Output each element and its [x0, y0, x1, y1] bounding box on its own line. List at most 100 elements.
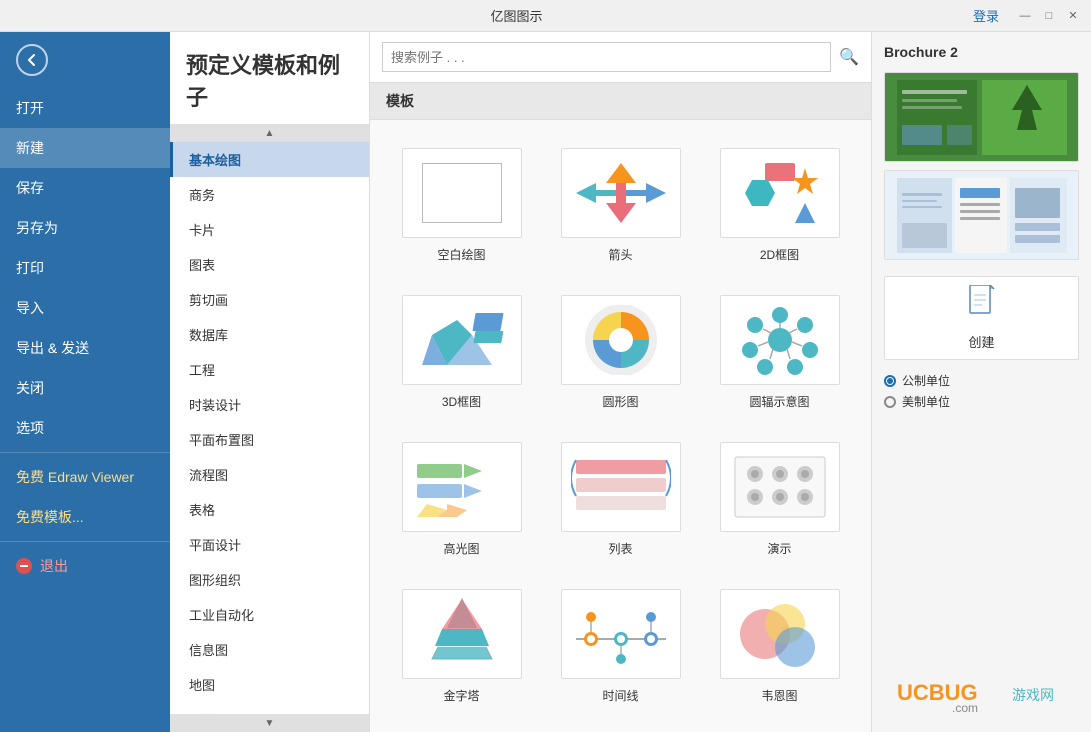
template-label-2dframe: 2D框图: [760, 246, 799, 263]
template-label-blank: 空白绘图: [437, 246, 485, 263]
cat-item-fashion[interactable]: 时装设计: [170, 387, 369, 422]
section-header: 模板: [370, 83, 871, 120]
cat-item-mindmap[interactable]: 思维导图: [170, 702, 369, 714]
category-scroll-up[interactable]: ▲: [170, 124, 369, 142]
template-circle[interactable]: 圆形图: [549, 287, 692, 418]
template-thumb-highlight: [402, 442, 522, 532]
preview-title: Brochure 2: [884, 44, 1079, 60]
sidebar-item-close[interactable]: 关闭: [0, 368, 170, 408]
cat-item-map[interactable]: 地图: [170, 667, 369, 702]
sidebar: 打开 新建 保存 另存为 打印 导入 导出 & 发送 关闭 选项 免费 Edra…: [0, 32, 170, 732]
radio-imperial-label: 美制单位: [902, 393, 950, 410]
cat-item-clipart[interactable]: 剪切画: [170, 282, 369, 317]
close-button[interactable]: ✕: [1063, 6, 1083, 26]
cat-item-database[interactable]: 数据库: [170, 317, 369, 352]
sidebar-item-open[interactable]: 打开: [0, 88, 170, 128]
cat-item-engineering[interactable]: 工程: [170, 352, 369, 387]
template-venn[interactable]: 韦恩图: [708, 581, 851, 712]
search-bar: 🔍: [370, 32, 871, 83]
cat-item-infographic[interactable]: 信息图: [170, 632, 369, 667]
template-label-venn: 韦恩图: [761, 687, 797, 704]
exit-icon: [16, 558, 32, 574]
sidebar-item-save[interactable]: 保存: [0, 168, 170, 208]
circle-svg: [581, 305, 661, 375]
template-pyramid[interactable]: 金字塔: [390, 581, 533, 712]
maximize-button[interactable]: □: [1039, 6, 1059, 26]
back-button[interactable]: [0, 32, 170, 88]
sidebar-item-viewer[interactable]: 免费 Edraw Viewer: [0, 457, 170, 497]
radio-metric-label: 公制单位: [902, 372, 950, 389]
arrow-svg: [571, 158, 671, 228]
create-icon: [967, 285, 997, 328]
cat-item-chart[interactable]: 图表: [170, 247, 369, 282]
template-thumb-radial: [720, 295, 840, 385]
window-controls: — □ ✕: [1015, 6, 1083, 26]
category-scroll-down[interactable]: ▼: [170, 714, 369, 732]
template-label-radial: 圆辐示意图: [749, 393, 809, 410]
sidebar-item-templates[interactable]: 免费模板...: [0, 497, 170, 537]
template-highlight[interactable]: 高光图: [390, 434, 533, 565]
search-input[interactable]: [382, 42, 831, 72]
demo-svg: [730, 452, 830, 522]
venn-svg: [730, 599, 830, 669]
sidebar-item-exit[interactable]: 退出: [0, 546, 170, 586]
create-button[interactable]: 创建: [884, 276, 1079, 360]
radio-imperial-circle: [884, 396, 896, 408]
svg-text:游戏网: 游戏网: [1012, 687, 1054, 703]
radio-metric-circle: [884, 375, 896, 387]
sidebar-item-print[interactable]: 打印: [0, 248, 170, 288]
radio-imperial[interactable]: 美制单位: [884, 393, 1079, 410]
minimize-button[interactable]: —: [1015, 6, 1035, 26]
cat-item-floorplan[interactable]: 平面布置图: [170, 422, 369, 457]
radio-metric[interactable]: 公制单位: [884, 372, 1079, 389]
template-radial[interactable]: 圆辐示意图: [708, 287, 851, 418]
sidebar-divider: [0, 452, 170, 453]
template-thumb-arrow: [561, 148, 681, 238]
template-label-arrow: 箭头: [608, 246, 632, 263]
template-timeline[interactable]: 时间线: [549, 581, 692, 712]
cat-item-form[interactable]: 表格: [170, 492, 369, 527]
category-title: 预定义模板和例子: [170, 32, 369, 124]
login-button[interactable]: 登录: [965, 6, 1007, 25]
app-title: 亿图图示: [68, 6, 965, 25]
template-thumb-blank: [402, 148, 522, 238]
template-blank[interactable]: 空白绘图: [390, 140, 533, 271]
cat-item-industrial[interactable]: 工业自动化: [170, 597, 369, 632]
cat-item-card[interactable]: 卡片: [170, 212, 369, 247]
template-label-list: 列表: [608, 540, 632, 557]
template-thumb-2dframe: [720, 148, 840, 238]
timeline-svg: [571, 599, 671, 669]
sidebar-item-new[interactable]: 新建: [0, 128, 170, 168]
radial-svg: [735, 305, 825, 375]
template-2dframe[interactable]: 2D框图: [708, 140, 851, 271]
sidebar-divider-2: [0, 541, 170, 542]
sidebar-item-export[interactable]: 导出 & 发送: [0, 328, 170, 368]
template-3dframe[interactable]: 3D框图: [390, 287, 533, 418]
cat-item-business[interactable]: 商务: [170, 177, 369, 212]
radio-metric-dot: [887, 378, 893, 384]
template-arrow[interactable]: 箭头: [549, 140, 692, 271]
search-icon[interactable]: 🔍: [839, 47, 859, 67]
template-demo[interactable]: 演示: [708, 434, 851, 565]
template-thumb-pyramid: [402, 589, 522, 679]
document-icon: [967, 285, 997, 321]
template-label-circle: 圆形图: [602, 393, 638, 410]
cat-item-floordesign[interactable]: 平面设计: [170, 527, 369, 562]
3dframe-svg: [412, 305, 512, 375]
preview-panel: Brochure 2: [871, 32, 1091, 732]
template-list[interactable]: 列表: [549, 434, 692, 565]
template-section: 模板 空白绘图: [370, 83, 871, 732]
template-label-timeline: 时间线: [602, 687, 638, 704]
template-thumb-venn: [720, 589, 840, 679]
cat-item-graphic[interactable]: 图形组织: [170, 562, 369, 597]
template-thumb-timeline: [561, 589, 681, 679]
sidebar-item-import[interactable]: 导入: [0, 288, 170, 328]
cat-item-basic[interactable]: 基本绘图: [170, 142, 369, 177]
cat-item-flowchart[interactable]: 流程图: [170, 457, 369, 492]
preview-brochure2-svg: [892, 173, 1072, 258]
sidebar-item-options[interactable]: 选项: [0, 408, 170, 448]
template-thumb-3dframe: [402, 295, 522, 385]
template-label-demo: 演示: [767, 540, 791, 557]
template-label-pyramid: 金字塔: [443, 687, 479, 704]
sidebar-item-saveas[interactable]: 另存为: [0, 208, 170, 248]
